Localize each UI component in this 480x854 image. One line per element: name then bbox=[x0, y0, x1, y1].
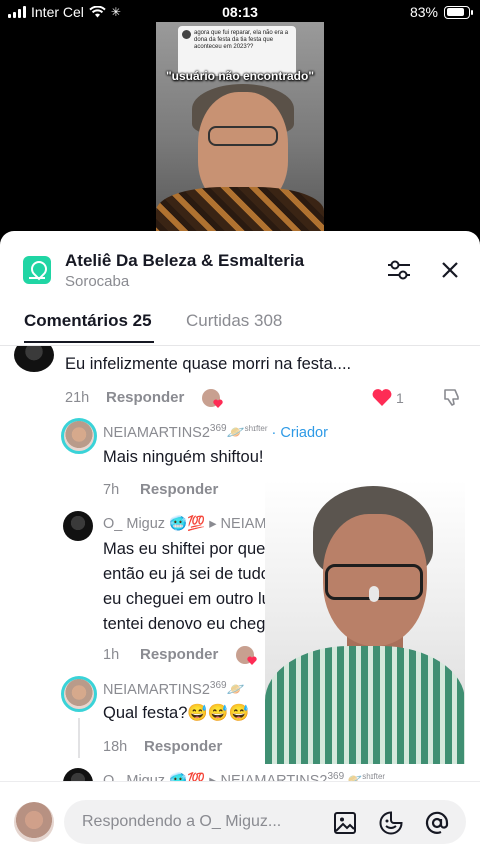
like-count: 1 bbox=[396, 390, 404, 406]
microphone-icon bbox=[369, 586, 379, 602]
comment-time: 21h bbox=[65, 390, 90, 406]
comment-time: 18h bbox=[103, 739, 128, 755]
mention-icon[interactable] bbox=[424, 810, 450, 836]
reply-button[interactable]: Responder bbox=[140, 481, 218, 498]
comment-input[interactable]: Respondendo a O_ Miguz... bbox=[64, 800, 466, 844]
tab-shares[interactable]: Curtidas 308 bbox=[186, 311, 282, 331]
comment-time: 1h bbox=[103, 647, 120, 663]
reply-button[interactable]: Responder bbox=[144, 738, 222, 755]
battery-icon bbox=[444, 5, 473, 19]
heart-icon[interactable] bbox=[372, 388, 392, 406]
avatar[interactable] bbox=[61, 418, 97, 454]
comment-username[interactable]: NEIAMARTINS2369🪐shɪfter · Criador bbox=[103, 423, 328, 441]
comment-text: Eu infelizmente quase morri na festa.... bbox=[65, 355, 352, 373]
close-icon[interactable] bbox=[438, 258, 462, 282]
clock: 08:13 bbox=[222, 4, 258, 20]
comment-username[interactable]: NEIAMARTINS2369🪐 bbox=[103, 680, 245, 698]
creator-like-heart-icon bbox=[247, 656, 257, 665]
pip-person-shirt bbox=[265, 646, 465, 764]
video-person-glasses bbox=[208, 126, 278, 146]
floating-video[interactable] bbox=[265, 480, 465, 764]
avatar[interactable] bbox=[14, 346, 54, 372]
filter-icon[interactable] bbox=[386, 259, 412, 281]
image-icon[interactable] bbox=[332, 810, 358, 836]
sheet-header: Ateliê Da Beleza & Esmalteria Sorocaba bbox=[0, 231, 480, 311]
battery-percent: 83% bbox=[409, 4, 438, 20]
current-user-avatar bbox=[14, 802, 54, 842]
avatar[interactable] bbox=[63, 511, 93, 541]
comment-input-placeholder: Respondendo a O_ Miguz... bbox=[82, 813, 282, 830]
comment-text: Qual festa?😅😅😅 bbox=[103, 704, 250, 722]
comment-composer: Respondendo a O_ Miguz... bbox=[0, 781, 480, 854]
battery-group: 83% bbox=[409, 4, 473, 20]
status-bar: Inter Cel ✳ 08:13 83% bbox=[0, 0, 480, 24]
creator-label: · Criador bbox=[271, 424, 328, 441]
video-preview[interactable]: agora que fui reparar, ela não era a don… bbox=[156, 22, 324, 237]
emoji-icon[interactable] bbox=[378, 810, 404, 836]
user-badge: 🥶💯 bbox=[169, 516, 206, 532]
comment-tabs: Comentários 25 Curtidas 308 bbox=[0, 311, 480, 343]
planet-emoji-icon: 🪐 bbox=[226, 681, 245, 698]
avatar[interactable] bbox=[61, 676, 97, 712]
place-name[interactable]: Ateliê Da Beleza & Esmalteria bbox=[65, 251, 304, 271]
dislike-icon[interactable] bbox=[442, 387, 462, 407]
video-person-shirt bbox=[156, 187, 324, 237]
thread-line bbox=[78, 718, 80, 758]
location-pin-icon bbox=[23, 256, 51, 284]
reply-button[interactable]: Responder bbox=[140, 646, 218, 663]
tab-active-indicator bbox=[24, 341, 154, 343]
creator-like-heart-icon bbox=[213, 399, 223, 408]
planet-emoji-icon: 🪐 bbox=[226, 424, 245, 441]
place-city: Sorocaba bbox=[65, 273, 130, 290]
comment-time: 7h bbox=[103, 482, 120, 498]
video-caption: "usuário não encontrado" bbox=[165, 69, 315, 83]
tab-comments[interactable]: Comentários 25 bbox=[24, 311, 152, 331]
reply-button[interactable]: Responder bbox=[106, 389, 184, 406]
comment-text: Mais ninguém shiftou! bbox=[103, 448, 264, 466]
